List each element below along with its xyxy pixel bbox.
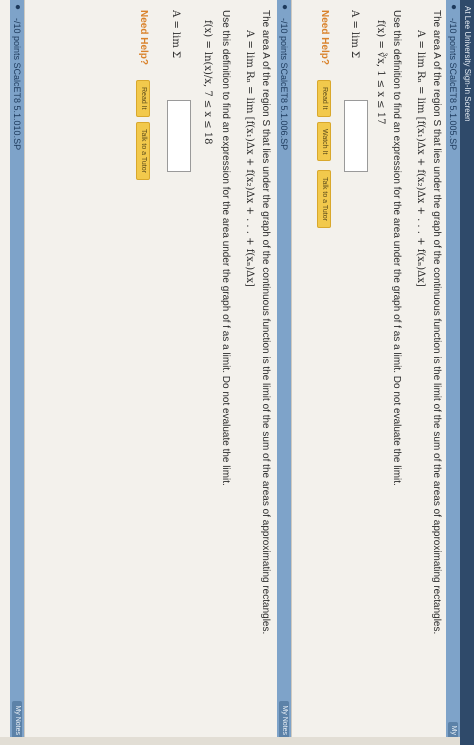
- question-2-intro: The area A of the region S that lies und…: [260, 10, 271, 635]
- read-it-button[interactable]: Read It: [317, 80, 331, 117]
- browser-top-bar: At Lee University Sign-In Screen: [460, 0, 474, 745]
- question-2-function: f(x) = ln(x)/x, 7 ≤ x ≤ 18: [202, 20, 213, 145]
- question-2-answer-prefix: A = lim Σ: [170, 10, 181, 59]
- question-status-icon: ●: [279, 4, 290, 11]
- question-status-icon: ●: [12, 4, 23, 11]
- question-divider: [291, 0, 292, 745]
- question-1-answer-prefix: A = lim Σ: [349, 10, 360, 59]
- question-3-points: -/10 points SCalcET8 5.1.010.SP: [12, 18, 22, 151]
- question-2-instruction: Use this definition to find an expressio…: [220, 10, 231, 486]
- my-notes-tab[interactable]: My Notes: [279, 701, 289, 739]
- need-help-label: Need Help?: [138, 10, 149, 66]
- question-2-body: The area A of the region S that lies und…: [25, 0, 277, 745]
- question-status-icon: ●: [448, 4, 459, 11]
- talk-to-tutor-button[interactable]: Talk to a Tutor: [317, 170, 331, 228]
- question-divider: [24, 0, 25, 745]
- question-1-points: -/10 points SCalcET8 5.1.005.SP: [448, 18, 458, 151]
- question-2-formula: A = lim Rₙ = lim [f(x₁)Δx + f(x₂)Δx + . …: [244, 30, 255, 287]
- question-3-header[interactable]: ● -/10 points SCalcET8 5.1.010.SP My Not…: [10, 0, 24, 745]
- question-1-instruction: Use this definition to find an expressio…: [391, 10, 402, 486]
- need-help-label: Need Help?: [319, 10, 330, 66]
- talk-to-tutor-button[interactable]: Talk to a Tutor: [136, 122, 150, 180]
- question-1-body: The area A of the region S that lies und…: [292, 0, 446, 745]
- watch-it-button[interactable]: Watch It: [317, 122, 331, 162]
- top-bar-text: At Lee University Sign-In Screen: [463, 6, 472, 122]
- question-1-intro: The area A of the region S that lies und…: [431, 10, 442, 635]
- rotated-page: At Lee University Sign-In Screen ● -/10 …: [0, 0, 474, 745]
- question-1-formula: A = lim Rₙ = lim [f(x₁)Δx + f(x₂)Δx + . …: [415, 30, 426, 287]
- question-1-header[interactable]: ● -/10 points SCalcET8 5.1.005.SP My: [446, 0, 460, 745]
- question-2-answer-input[interactable]: [167, 100, 191, 172]
- read-it-button[interactable]: Read It: [136, 80, 150, 117]
- question-2-points: -/10 points SCalcET8 5.1.006.SP: [279, 18, 289, 151]
- question-1-function: f(x) = ∛x, 1 ≤ x ≤ 17: [375, 20, 386, 125]
- question-2-header[interactable]: ● -/10 points SCalcET8 5.1.006.SP My Not…: [277, 0, 291, 745]
- my-notes-tab[interactable]: My Notes: [12, 701, 22, 739]
- right-scroll-strip[interactable]: [0, 737, 460, 745]
- question-1-answer-input[interactable]: [344, 100, 368, 172]
